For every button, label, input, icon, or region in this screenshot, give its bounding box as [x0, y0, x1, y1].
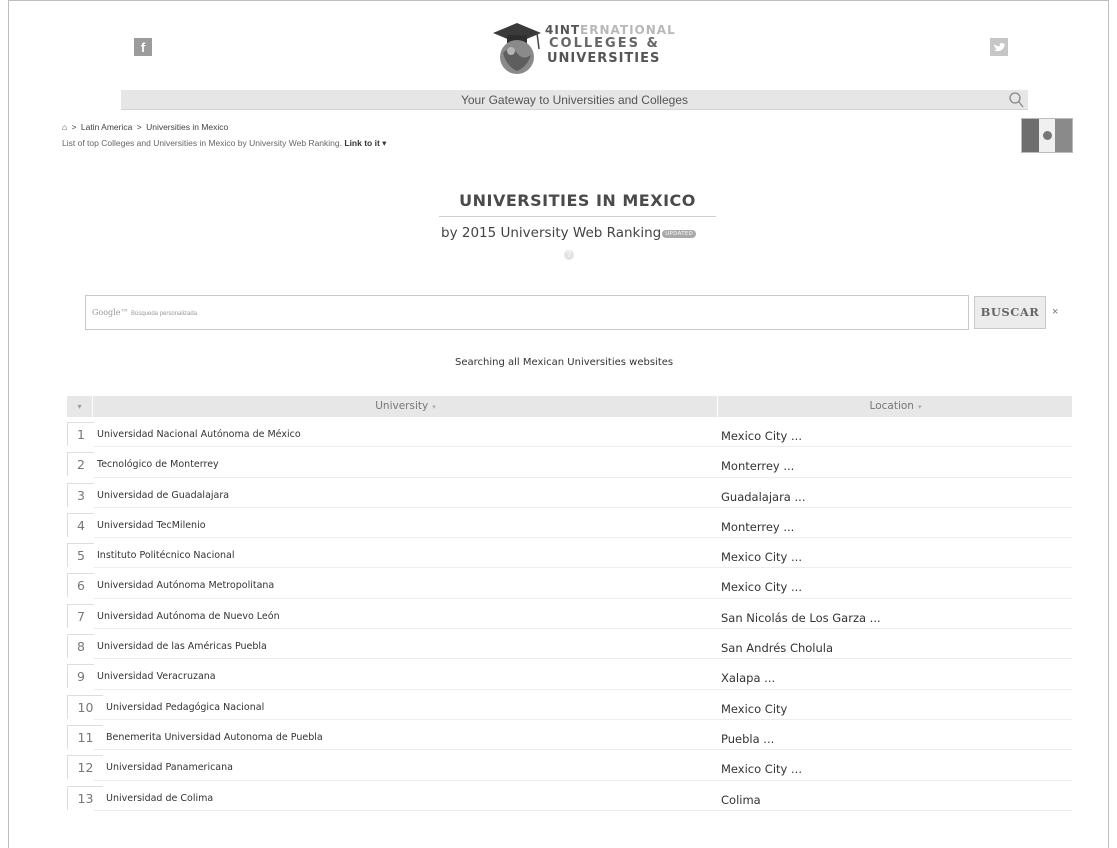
table-row[interactable]: 1 Universidad Nacional Autónoma de México… [67, 417, 1072, 448]
university-name-link[interactable]: Universidad Veracruzana [97, 671, 216, 682]
location-cell: San Andrés Cholula [721, 641, 834, 656]
mexico-flag-icon[interactable] [1021, 118, 1073, 153]
sort-icon: ▾ [917, 403, 922, 411]
table-row[interactable]: 13 Universidad de Colima Colima [67, 781, 1072, 811]
table-row[interactable]: 8 Universidad de las Américas Puebla San A… [67, 629, 1072, 660]
location-cell: San Nicolás de Los Garza ... [721, 610, 881, 625]
rank-cell: 2 [67, 452, 94, 477]
table-row[interactable]: 3 Universidad de Guadalajara Guadalajara .… [67, 478, 1072, 508]
sort-icon: ▾ [432, 403, 436, 411]
row-divider [94, 809, 1072, 811]
clear-search-icon[interactable]: × [1052, 306, 1058, 318]
logo-line2: COLLEGES & [549, 36, 660, 51]
university-name-link[interactable]: Universidad de Guadalajara [97, 490, 229, 501]
logo-line1: 4INTERNATIONAL [545, 23, 676, 37]
globe-cap-icon [493, 23, 541, 74]
gateway-text: Your Gateway to Universities and College… [460, 93, 688, 107]
university-name-link[interactable]: Instituto Politécnico Nacional [97, 550, 235, 561]
rank-cell: 8 [67, 634, 94, 659]
rank-cell: 12 [67, 755, 103, 780]
page-description: List of top Colleges and Universities in… [62, 138, 387, 148]
location-cell: Monterrey ... [721, 459, 795, 474]
rank-column-header[interactable]: ▾ [67, 396, 93, 417]
university-name-link[interactable]: Benemerita Universidad Autonoma de Puebl… [106, 732, 323, 743]
buscar-button[interactable]: BUSCAR [974, 296, 1046, 329]
table-row[interactable]: 10 Universidad Pedagógica Nacional Mexico … [67, 690, 1072, 720]
location-cell: Mexico City ... [721, 550, 802, 565]
rank-cell: 13 [67, 785, 103, 810]
university-name-link[interactable]: Universidad de las Américas Puebla [97, 641, 267, 652]
university-name-link[interactable]: Universidad Nacional Autónoma de México [97, 429, 301, 440]
table-row[interactable]: 2 Tecnológico de Monterrey Monterrey ... [67, 447, 1072, 478]
link-to-it[interactable]: Link to it ▾ [344, 138, 386, 148]
rank-cell: 7 [67, 603, 94, 628]
search-icon[interactable] [1008, 91, 1024, 109]
breadcrumb-separator: > [71, 122, 77, 132]
university-name-link[interactable]: Universidad de Colima [106, 793, 213, 804]
page-subtitle: by 2015 University Web Ranking UPDATED [441, 225, 721, 241]
university-name-link[interactable]: Universidad Autónoma Metropolitana [97, 580, 274, 591]
table-row[interactable]: 5 Instituto Politécnico Nacional Mexico Ci… [67, 538, 1072, 569]
universities-table: ▾ University ▾ Location ▾ 1 Universidad Nac… [67, 396, 1072, 811]
breadcrumb: ⌂ > Latin America > Universities in Mexi… [62, 122, 230, 132]
university-name-link[interactable]: Universidad Autónoma de Nuevo León [97, 611, 280, 622]
location-cell: Colima [721, 792, 761, 807]
rank-cell: 10 [67, 694, 103, 719]
table-row[interactable]: 12 Universidad Panamericana Mexico City ..… [67, 750, 1072, 781]
location-cell: Mexico City ... [721, 429, 802, 443]
page: f 4INTERNATIONAL COLLEGES & UNIVERSITIES… [8, 0, 1109, 848]
university-column-header[interactable]: University ▾ [94, 396, 718, 417]
updated-badge: UPDATED [662, 230, 697, 238]
table-row[interactable]: 7 Universidad Autónoma de Nuevo León San N… [67, 599, 1072, 630]
breadcrumb-latin-america[interactable]: Latin America [81, 122, 133, 132]
logo-line3: UNIVERSITIES [547, 51, 661, 66]
home-icon[interactable]: ⌂ [62, 122, 67, 132]
rank-cell: 9 [67, 664, 94, 689]
university-name-link[interactable]: Universidad TecMilenio [97, 520, 206, 531]
rank-cell: 6 [67, 573, 94, 598]
help-icon[interactable]: ? [564, 250, 574, 260]
gateway-search-bar[interactable]: Your Gateway to Universities and College… [121, 90, 1028, 110]
location-cell: Mexico City ... [721, 762, 802, 777]
location-cell: Mexico City [721, 701, 788, 716]
twitter-icon[interactable] [990, 38, 1008, 56]
location-column-header[interactable]: Location ▾ [719, 396, 1072, 417]
location-cell: Xalapa ... [721, 671, 776, 686]
table-row[interactable]: 11 Benemerita Universidad Autonoma de Pue… [67, 720, 1072, 751]
rank-cell: 5 [67, 543, 94, 568]
location-cell: Guadalajara ... [721, 489, 806, 504]
rank-cell: 11 [67, 724, 103, 749]
search-caption: Searching all Mexican Universities websi… [455, 357, 674, 368]
table-row[interactable]: 4 Universidad TecMilenio Monterrey ... [67, 508, 1072, 539]
rank-cell: 1 [67, 422, 94, 446]
location-cell: Puebla ... [721, 731, 775, 746]
location-cell: Monterrey ... [721, 519, 795, 534]
rank-cell: 3 [67, 482, 94, 507]
rank-cell: 4 [67, 512, 94, 537]
custom-search-box[interactable]: Google™ Búsqueda personalizada [85, 295, 969, 330]
university-name-link[interactable]: Universidad Panamericana [106, 762, 233, 773]
breadcrumb-current: Universities in Mexico [146, 122, 229, 132]
breadcrumb-separator: > [136, 122, 142, 132]
table-row[interactable]: 6 Universidad Autónoma Metropolitana Mexic… [67, 568, 1072, 599]
site-logo[interactable]: 4INTERNATIONAL COLLEGES & UNIVERSITIES [487, 15, 687, 81]
university-name-link[interactable]: Tecnológico de Monterrey [97, 459, 219, 470]
facebook-icon[interactable]: f [134, 38, 152, 56]
search-input[interactable] [86, 296, 968, 329]
table-row[interactable]: 9 Universidad Veracruzana Xalapa ... [67, 659, 1072, 690]
table-body: 1 Universidad Nacional Autónoma de México… [67, 417, 1072, 811]
table-header: ▾ University ▾ Location ▾ [67, 396, 1072, 417]
university-name-link[interactable]: Universidad Pedagógica Nacional [106, 702, 264, 713]
page-title: UNIVERSITIES IN MEXICO [439, 191, 716, 217]
location-cell: Mexico City ... [721, 580, 802, 595]
